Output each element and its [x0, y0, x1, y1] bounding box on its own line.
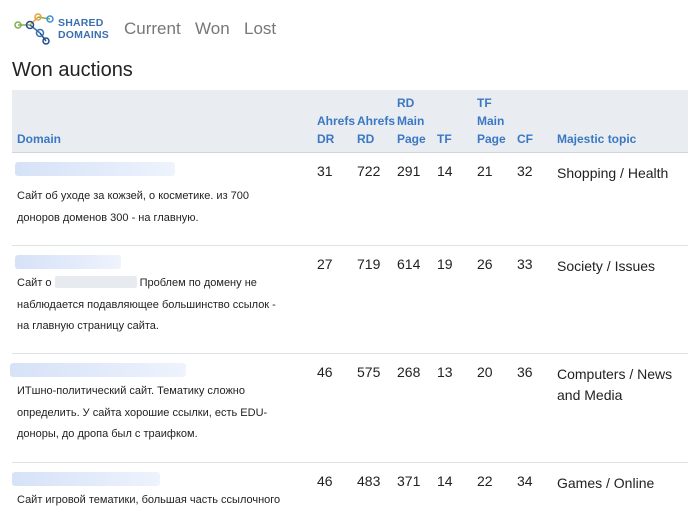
- page-title: Won auctions: [12, 59, 133, 81]
- nav-won[interactable]: Won: [195, 19, 230, 39]
- column-header-cf[interactable]: CF: [517, 130, 533, 148]
- domain-link-redacted[interactable]: [12, 472, 160, 486]
- nav-current[interactable]: Current: [124, 19, 181, 39]
- column-header-tf-main-page[interactable]: TF Main Page: [477, 94, 506, 148]
- ahrefs-dr-value: 46: [317, 364, 333, 380]
- table-header: Domain Ahrefs DR Ahrefs RD RD Main Page …: [12, 90, 688, 153]
- ahrefs-rd-value: 722: [357, 163, 381, 179]
- domain-description: Сайт о Проблем по домену не наблюдается …: [17, 273, 309, 338]
- description-prefix: Сайт о: [17, 277, 52, 289]
- description-line: определить. У сайта хорошие ссылки, есть…: [17, 406, 268, 419]
- nav-lost[interactable]: Lost: [244, 19, 276, 39]
- tf-main-page-value: 21: [477, 163, 493, 179]
- domain-link-redacted[interactable]: [15, 255, 121, 269]
- majestic-topic-value: Games / Online: [557, 475, 655, 491]
- ahrefs-rd-value: 483: [357, 473, 381, 489]
- description-text: Проблем по домену не: [139, 277, 257, 289]
- column-header-ahrefs-dr[interactable]: Ahrefs DR: [317, 112, 355, 148]
- cf-value: 32: [517, 163, 533, 179]
- description-line: доноры, до дропа был с траифком.: [17, 428, 198, 440]
- brand-logo[interactable]: SHARED DOMAINS: [12, 11, 109, 47]
- ahrefs-dr-value: 27: [317, 256, 333, 272]
- column-header-rd-main-page[interactable]: RD Main Page: [397, 94, 426, 148]
- domain-link-redacted[interactable]: [15, 162, 175, 176]
- majestic-topic-value: Society / Issues: [557, 258, 656, 274]
- table-row: Сайт о Проблем по домену не наблюдается …: [12, 246, 688, 354]
- rd-main-page-value: 614: [397, 256, 421, 272]
- description-line: доноров доменов 300 - на главную.: [17, 211, 199, 224]
- table-row: Сайт об уходе за кожзей, о косметике. из…: [12, 153, 688, 246]
- domain-link-redacted[interactable]: [10, 363, 186, 377]
- domain-description: ИТшно-политический сайт. Тематику сложно…: [17, 381, 309, 446]
- tf-main-page-value: 20: [477, 364, 493, 380]
- brand-name: SHARED DOMAINS: [58, 17, 109, 41]
- header-line: Ahrefs: [357, 114, 396, 128]
- description-line: Сайт о Проблем по домену не: [17, 273, 309, 295]
- column-header-domain[interactable]: Domain: [17, 130, 61, 148]
- header-line: RD: [397, 96, 415, 110]
- ahrefs-rd-value: 575: [357, 364, 381, 380]
- description-line: на главную страницу сайта.: [17, 320, 159, 332]
- tf-value: 14: [437, 473, 453, 489]
- navbar: SHARED DOMAINS Current Won Lost: [0, 0, 688, 58]
- majestic-topic-value: Shopping / Health: [557, 165, 669, 181]
- tf-value: 13: [437, 364, 453, 380]
- redacted-text: [54, 276, 137, 288]
- rd-main-page-value: 268: [397, 364, 421, 380]
- network-logo-icon: [14, 13, 54, 45]
- ahrefs-dr-value: 31: [317, 163, 333, 179]
- tf-main-page-value: 26: [477, 256, 493, 272]
- header-line: RD: [357, 132, 375, 146]
- ahrefs-dr-value: 46: [317, 473, 333, 489]
- table-row: ИТшно-политический сайт. Тематику сложно…: [10, 354, 688, 463]
- tf-value: 14: [437, 163, 453, 179]
- tf-value: 19: [437, 256, 453, 272]
- description-line: ИТшно-политический сайт. Тематику сложно: [17, 385, 246, 397]
- description-line: наблюдается подавляющее большинство ссыл…: [17, 298, 276, 311]
- header-line: DR: [317, 132, 335, 146]
- header-line: Page: [477, 132, 506, 146]
- column-header-tf[interactable]: TF: [437, 130, 452, 148]
- majestic-topic-value: Computers / News and Media: [557, 366, 673, 403]
- header-line: Page: [397, 132, 426, 146]
- cf-value: 34: [517, 473, 533, 489]
- header-line: TF: [477, 96, 492, 110]
- header-line: Ahrefs: [317, 114, 356, 128]
- description-line: Сайт игровой тематики, большая часть ссы…: [17, 494, 281, 506]
- domain-description: Сайт игровой тематики, большая часть ссы…: [17, 490, 309, 512]
- brand-line-1: SHARED: [58, 17, 104, 29]
- table-row: Сайт игровой тематики, большая часть ссы…: [12, 463, 688, 511]
- description-line: Сайт об уходе за кожзей, о косметике. из…: [17, 190, 250, 202]
- header-line: Main: [397, 114, 425, 128]
- header-line: Main: [477, 114, 505, 128]
- rd-main-page-value: 371: [397, 473, 421, 489]
- column-header-majestic-topic[interactable]: Majestic topic: [557, 130, 636, 148]
- rd-main-page-value: 291: [397, 163, 421, 179]
- cf-value: 33: [517, 256, 533, 272]
- domain-description: Сайт об уходе за кожзей, о косметике. из…: [17, 186, 309, 229]
- brand-line-2: DOMAINS: [58, 29, 109, 41]
- tf-main-page-value: 22: [477, 473, 493, 489]
- column-header-ahrefs-rd[interactable]: Ahrefs RD: [357, 112, 395, 148]
- cf-value: 36: [517, 364, 533, 380]
- ahrefs-rd-value: 719: [357, 256, 381, 272]
